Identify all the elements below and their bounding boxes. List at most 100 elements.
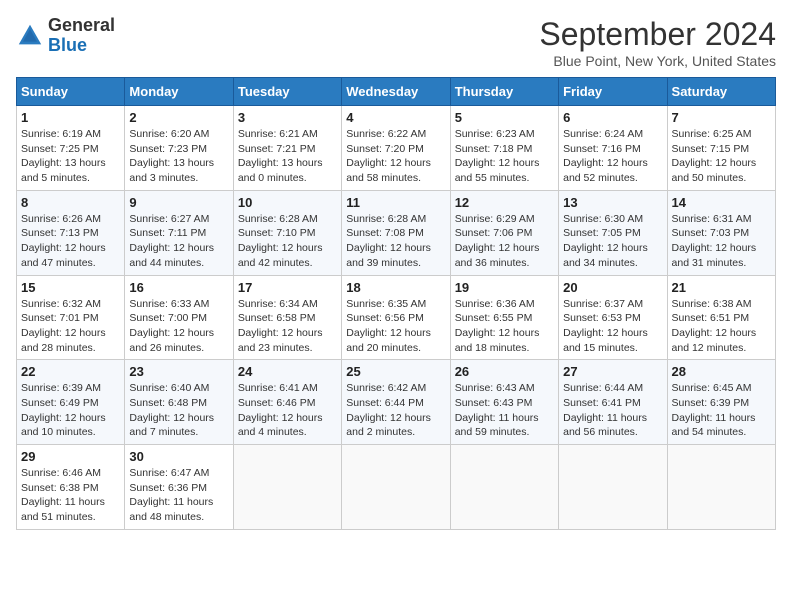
day-cell-30: 30 Sunrise: 6:47 AM Sunset: 6:36 PM Dayl… [125,445,233,530]
day-info: Sunrise: 6:28 AM Sunset: 7:08 PM Dayligh… [346,212,445,271]
day-info: Sunrise: 6:21 AM Sunset: 7:21 PM Dayligh… [238,127,337,186]
week-row-1: 1 Sunrise: 6:19 AM Sunset: 7:25 PM Dayli… [17,106,776,191]
day-number: 18 [346,280,445,295]
day-number: 28 [672,364,771,379]
day-cell-14: 14 Sunrise: 6:31 AM Sunset: 7:03 PM Dayl… [667,190,775,275]
day-number: 13 [563,195,662,210]
day-number: 23 [129,364,228,379]
day-cell-28: 28 Sunrise: 6:45 AM Sunset: 6:39 PM Dayl… [667,360,775,445]
header-thursday: Thursday [450,78,558,106]
header-sunday: Sunday [17,78,125,106]
day-number: 26 [455,364,554,379]
day-number: 24 [238,364,337,379]
day-info: Sunrise: 6:44 AM Sunset: 6:41 PM Dayligh… [563,381,662,440]
day-cell-19: 19 Sunrise: 6:36 AM Sunset: 6:55 PM Dayl… [450,275,558,360]
day-number: 21 [672,280,771,295]
day-cell-8: 8 Sunrise: 6:26 AM Sunset: 7:13 PM Dayli… [17,190,125,275]
day-number: 22 [21,364,120,379]
day-cell-21: 21 Sunrise: 6:38 AM Sunset: 6:51 PM Dayl… [667,275,775,360]
day-cell-27: 27 Sunrise: 6:44 AM Sunset: 6:41 PM Dayl… [559,360,667,445]
day-info: Sunrise: 6:30 AM Sunset: 7:05 PM Dayligh… [563,212,662,271]
day-number: 27 [563,364,662,379]
day-cell-11: 11 Sunrise: 6:28 AM Sunset: 7:08 PM Dayl… [342,190,450,275]
day-number: 15 [21,280,120,295]
empty-cell [559,445,667,530]
day-number: 20 [563,280,662,295]
day-number: 9 [129,195,228,210]
day-info: Sunrise: 6:34 AM Sunset: 6:58 PM Dayligh… [238,297,337,356]
day-info: Sunrise: 6:40 AM Sunset: 6:48 PM Dayligh… [129,381,228,440]
location: Blue Point, New York, United States [539,53,776,69]
empty-cell [342,445,450,530]
day-number: 4 [346,110,445,125]
day-info: Sunrise: 6:22 AM Sunset: 7:20 PM Dayligh… [346,127,445,186]
day-cell-16: 16 Sunrise: 6:33 AM Sunset: 7:00 PM Dayl… [125,275,233,360]
day-info: Sunrise: 6:19 AM Sunset: 7:25 PM Dayligh… [21,127,120,186]
day-info: Sunrise: 6:27 AM Sunset: 7:11 PM Dayligh… [129,212,228,271]
day-info: Sunrise: 6:39 AM Sunset: 6:49 PM Dayligh… [21,381,120,440]
header-friday: Friday [559,78,667,106]
week-row-4: 22 Sunrise: 6:39 AM Sunset: 6:49 PM Dayl… [17,360,776,445]
day-info: Sunrise: 6:45 AM Sunset: 6:39 PM Dayligh… [672,381,771,440]
day-number: 14 [672,195,771,210]
logo-blue: Blue [48,35,87,55]
day-cell-4: 4 Sunrise: 6:22 AM Sunset: 7:20 PM Dayli… [342,106,450,191]
empty-cell [667,445,775,530]
day-number: 19 [455,280,554,295]
month-title: September 2024 [539,16,776,53]
day-cell-24: 24 Sunrise: 6:41 AM Sunset: 6:46 PM Dayl… [233,360,341,445]
week-row-2: 8 Sunrise: 6:26 AM Sunset: 7:13 PM Dayli… [17,190,776,275]
day-info: Sunrise: 6:47 AM Sunset: 6:36 PM Dayligh… [129,466,228,525]
weekday-header-row: Sunday Monday Tuesday Wednesday Thursday… [17,78,776,106]
day-cell-6: 6 Sunrise: 6:24 AM Sunset: 7:16 PM Dayli… [559,106,667,191]
day-cell-9: 9 Sunrise: 6:27 AM Sunset: 7:11 PM Dayli… [125,190,233,275]
title-block: September 2024 Blue Point, New York, Uni… [539,16,776,69]
day-cell-17: 17 Sunrise: 6:34 AM Sunset: 6:58 PM Dayl… [233,275,341,360]
header-tuesday: Tuesday [233,78,341,106]
day-cell-15: 15 Sunrise: 6:32 AM Sunset: 7:01 PM Dayl… [17,275,125,360]
day-info: Sunrise: 6:20 AM Sunset: 7:23 PM Dayligh… [129,127,228,186]
day-cell-13: 13 Sunrise: 6:30 AM Sunset: 7:05 PM Dayl… [559,190,667,275]
day-number: 6 [563,110,662,125]
day-cell-20: 20 Sunrise: 6:37 AM Sunset: 6:53 PM Dayl… [559,275,667,360]
logo-text: General Blue [48,16,115,56]
day-info: Sunrise: 6:23 AM Sunset: 7:18 PM Dayligh… [455,127,554,186]
logo-general: General [48,15,115,35]
header-wednesday: Wednesday [342,78,450,106]
header-saturday: Saturday [667,78,775,106]
day-info: Sunrise: 6:26 AM Sunset: 7:13 PM Dayligh… [21,212,120,271]
day-info: Sunrise: 6:42 AM Sunset: 6:44 PM Dayligh… [346,381,445,440]
day-info: Sunrise: 6:46 AM Sunset: 6:38 PM Dayligh… [21,466,120,525]
day-info: Sunrise: 6:37 AM Sunset: 6:53 PM Dayligh… [563,297,662,356]
day-cell-2: 2 Sunrise: 6:20 AM Sunset: 7:23 PM Dayli… [125,106,233,191]
empty-cell [450,445,558,530]
day-number: 5 [455,110,554,125]
day-info: Sunrise: 6:28 AM Sunset: 7:10 PM Dayligh… [238,212,337,271]
empty-cell [233,445,341,530]
day-number: 16 [129,280,228,295]
day-info: Sunrise: 6:41 AM Sunset: 6:46 PM Dayligh… [238,381,337,440]
day-info: Sunrise: 6:32 AM Sunset: 7:01 PM Dayligh… [21,297,120,356]
day-info: Sunrise: 6:24 AM Sunset: 7:16 PM Dayligh… [563,127,662,186]
day-info: Sunrise: 6:35 AM Sunset: 6:56 PM Dayligh… [346,297,445,356]
header-monday: Monday [125,78,233,106]
day-number: 7 [672,110,771,125]
day-cell-3: 3 Sunrise: 6:21 AM Sunset: 7:21 PM Dayli… [233,106,341,191]
day-number: 12 [455,195,554,210]
day-cell-18: 18 Sunrise: 6:35 AM Sunset: 6:56 PM Dayl… [342,275,450,360]
day-info: Sunrise: 6:33 AM Sunset: 7:00 PM Dayligh… [129,297,228,356]
day-number: 1 [21,110,120,125]
day-cell-22: 22 Sunrise: 6:39 AM Sunset: 6:49 PM Dayl… [17,360,125,445]
week-row-3: 15 Sunrise: 6:32 AM Sunset: 7:01 PM Dayl… [17,275,776,360]
page-header: General Blue September 2024 Blue Point, … [16,16,776,69]
day-number: 8 [21,195,120,210]
day-cell-1: 1 Sunrise: 6:19 AM Sunset: 7:25 PM Dayli… [17,106,125,191]
day-number: 3 [238,110,337,125]
day-number: 29 [21,449,120,464]
day-number: 17 [238,280,337,295]
logo-icon [16,22,44,50]
day-number: 25 [346,364,445,379]
calendar-table: Sunday Monday Tuesday Wednesday Thursday… [16,77,776,530]
day-info: Sunrise: 6:36 AM Sunset: 6:55 PM Dayligh… [455,297,554,356]
day-cell-5: 5 Sunrise: 6:23 AM Sunset: 7:18 PM Dayli… [450,106,558,191]
